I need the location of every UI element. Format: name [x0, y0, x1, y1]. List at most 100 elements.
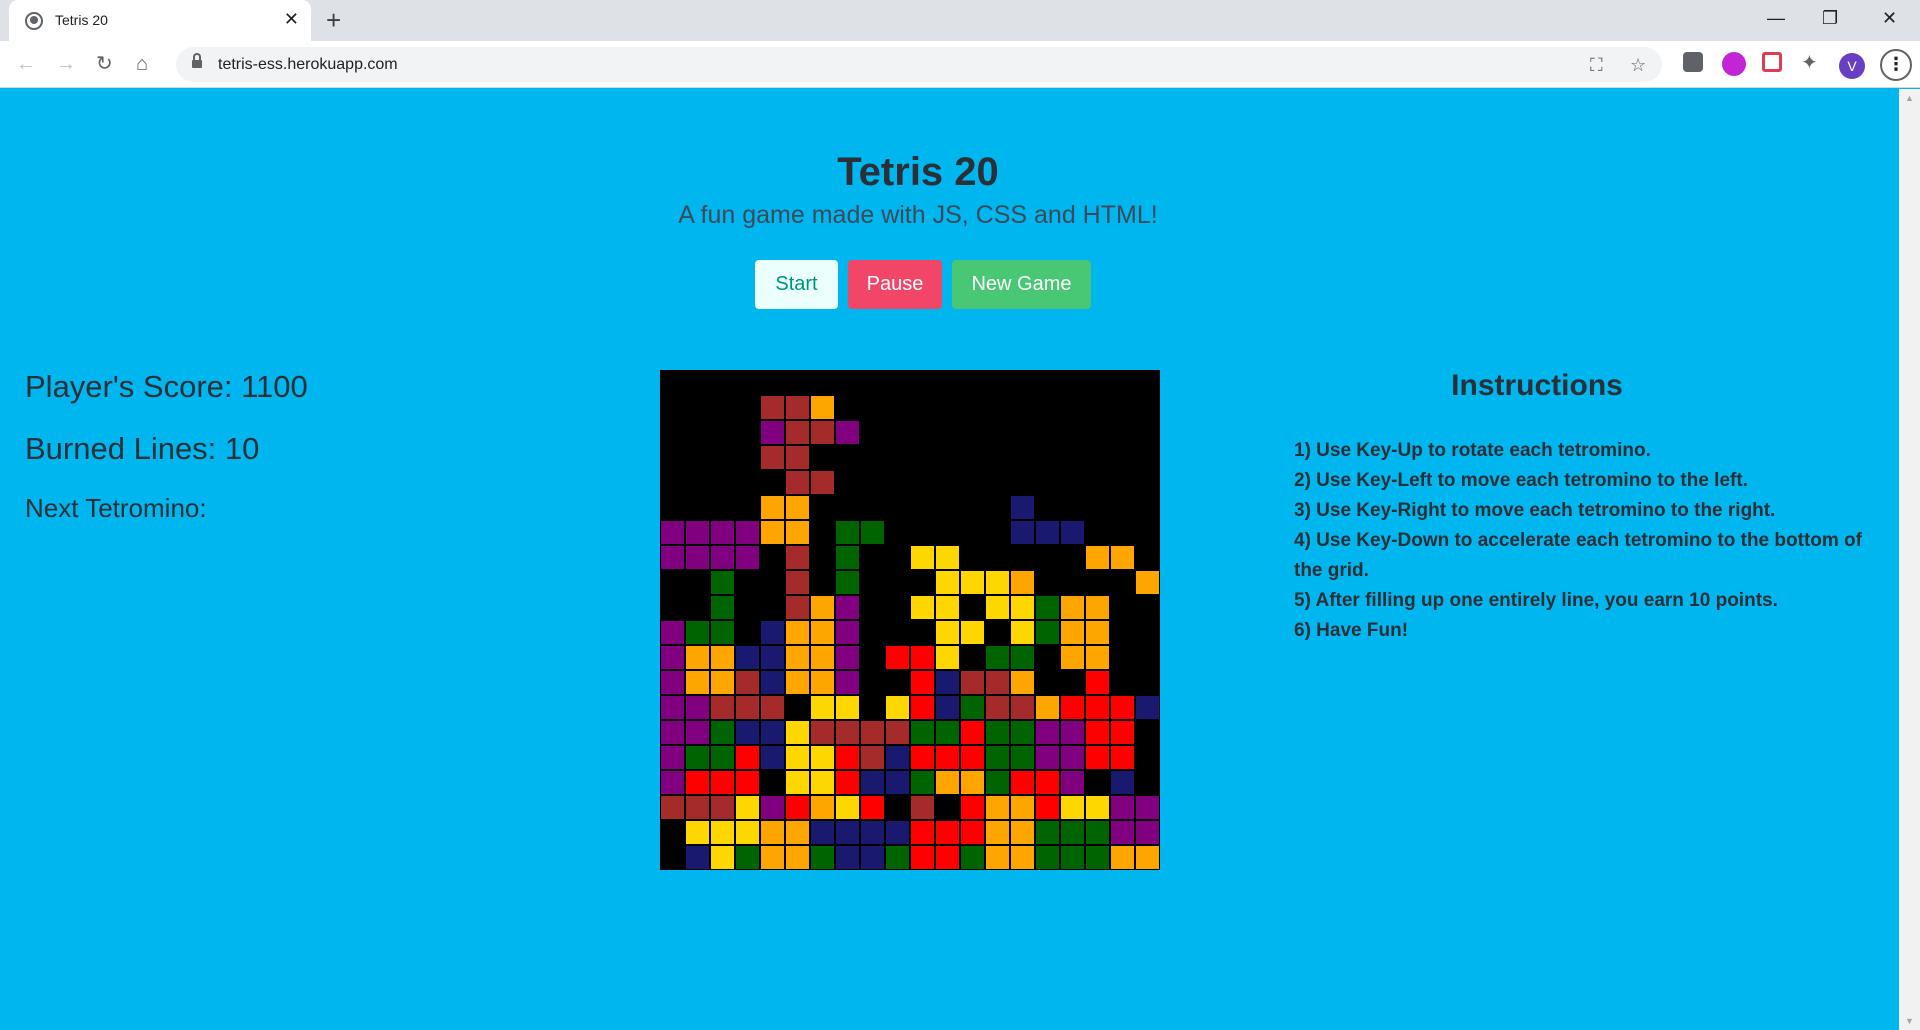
board-cell-empty	[1135, 370, 1160, 395]
board-cell-block	[1035, 520, 1060, 545]
eyedropper-extension-icon[interactable]	[1683, 52, 1703, 72]
board-cell-empty	[710, 370, 735, 395]
board-cell-block	[985, 820, 1010, 845]
board-cell-empty	[1135, 545, 1160, 570]
board-cell-block	[735, 545, 760, 570]
board-cell-block	[735, 845, 760, 870]
board-cell-empty	[810, 495, 835, 520]
board-cell-block	[735, 645, 760, 670]
board-cell-block	[935, 770, 960, 795]
pocket-extension-icon[interactable]	[1762, 52, 1782, 72]
close-window-button[interactable]: ✕	[1882, 6, 1897, 30]
board-cell-block	[785, 620, 810, 645]
board-cell-block	[1135, 695, 1160, 720]
board-cell-block	[785, 445, 810, 470]
scroll-up-arrow-icon[interactable]: ▲	[1905, 93, 1914, 103]
board-cell-empty	[710, 470, 735, 495]
board-cell-empty	[985, 470, 1010, 495]
url-text[interactable]: tetris-ess.herokuapp.com	[218, 56, 398, 74]
board-cell-empty	[910, 520, 935, 545]
board-cell-empty	[785, 695, 810, 720]
board-cell-empty	[1110, 570, 1135, 595]
board-cell-block	[685, 695, 710, 720]
browser-tab[interactable]: Tetris 20 ✕	[9, 0, 311, 41]
board-cell-block	[1060, 770, 1085, 795]
board-cell-empty	[835, 370, 860, 395]
restore-button[interactable]: ❐	[1822, 6, 1838, 30]
board-cell-block	[835, 545, 860, 570]
board-cell-empty	[985, 520, 1010, 545]
board-cell-empty	[685, 445, 710, 470]
board-cell-block	[685, 545, 710, 570]
board-cell-empty	[985, 620, 1010, 645]
home-button[interactable]: ⌂	[136, 52, 148, 76]
board-cell-empty	[960, 595, 985, 620]
board-cell-block	[785, 720, 810, 745]
board-cell-empty	[1035, 420, 1060, 445]
game-board[interactable]	[660, 370, 1160, 870]
board-cell-empty	[1110, 520, 1135, 545]
start-button[interactable]: Start	[755, 260, 838, 309]
extensions-puzzle-icon[interactable]: ✦	[1801, 51, 1818, 75]
minimize-button[interactable]: —	[1767, 6, 1785, 30]
board-cell-empty	[1135, 420, 1160, 445]
board-cell-empty	[985, 495, 1010, 520]
board-cell-block	[885, 770, 910, 795]
board-cell-block	[1010, 795, 1035, 820]
board-cell-empty	[735, 495, 760, 520]
close-tab-icon[interactable]: ✕	[284, 9, 299, 29]
board-cell-empty	[685, 470, 710, 495]
board-cell-block	[910, 645, 935, 670]
board-cell-block	[935, 670, 960, 695]
board-cell-empty	[935, 445, 960, 470]
board-cell-block	[835, 770, 860, 795]
board-cell-block	[710, 570, 735, 595]
board-cell-empty	[860, 620, 885, 645]
extension-purple-icon[interactable]	[1722, 52, 1746, 76]
board-cell-empty	[910, 445, 935, 470]
board-cell-block	[735, 745, 760, 770]
board-cell-block	[685, 720, 710, 745]
board-cell-empty	[1060, 370, 1085, 395]
page-scrollbar[interactable]: ▲ ▼	[1899, 89, 1920, 1030]
board-cell-block	[785, 795, 810, 820]
instructions-list: 1) Use Key-Up to rotate each tetromino. …	[1294, 436, 1879, 646]
bookmark-star-icon[interactable]: ☆	[1630, 55, 1646, 75]
board-cell-empty	[1010, 545, 1035, 570]
board-cell-empty	[1060, 470, 1085, 495]
board-cell-empty	[660, 570, 685, 595]
board-cell-empty	[760, 770, 785, 795]
pause-button[interactable]: Pause	[848, 260, 942, 309]
board-cell-block	[785, 420, 810, 445]
board-cell-block	[985, 645, 1010, 670]
board-cell-empty	[1135, 645, 1160, 670]
board-cell-empty	[835, 470, 860, 495]
board-cell-empty	[760, 370, 785, 395]
board-cell-empty	[960, 445, 985, 470]
new-tab-button[interactable]: +	[326, 7, 341, 33]
page-title: Tetris 20	[837, 150, 999, 194]
board-cell-empty	[1010, 470, 1035, 495]
board-cell-block	[885, 720, 910, 745]
forward-button[interactable]: →	[56, 52, 76, 76]
reload-button[interactable]: ↻	[96, 52, 113, 76]
browser-menu-button[interactable]: ⋮	[1880, 49, 1912, 81]
translate-icon[interactable]: ⛶	[1590, 55, 1603, 75]
address-bar[interactable]: tetris-ess.herokuapp.com ⛶ ☆	[176, 47, 1662, 82]
board-cell-block	[960, 720, 985, 745]
new-game-button[interactable]: New Game	[952, 260, 1091, 309]
board-cell-block	[985, 720, 1010, 745]
board-cell-block	[735, 520, 760, 545]
board-cell-block	[1085, 795, 1110, 820]
board-cell-empty	[1085, 470, 1110, 495]
board-cell-empty	[1085, 520, 1110, 545]
board-cell-empty	[985, 370, 1010, 395]
board-cell-empty	[935, 370, 960, 395]
board-cell-block	[910, 720, 935, 745]
board-cell-empty	[1035, 570, 1060, 595]
profile-avatar[interactable]: V	[1839, 53, 1865, 79]
back-button[interactable]: ←	[16, 52, 36, 76]
board-cell-empty	[910, 495, 935, 520]
board-cell-empty	[860, 495, 885, 520]
scroll-down-arrow-icon[interactable]: ▼	[1905, 1016, 1914, 1026]
